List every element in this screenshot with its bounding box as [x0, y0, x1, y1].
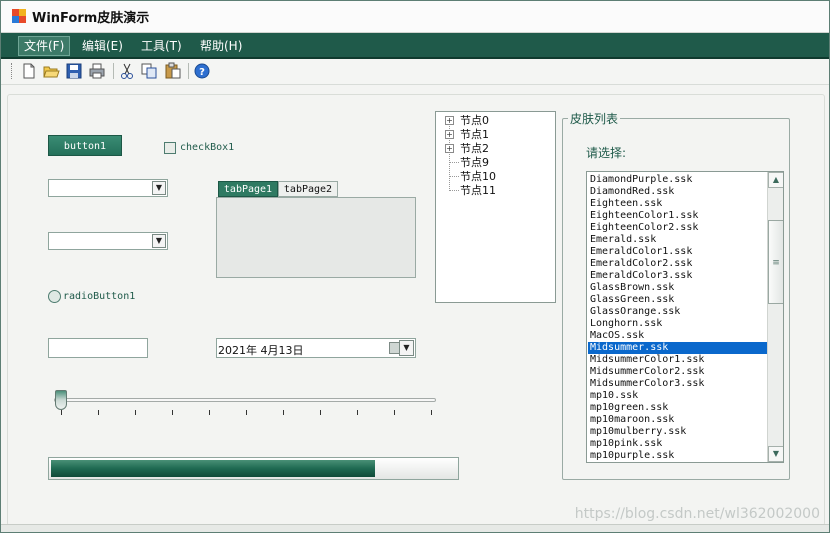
tree-node[interactable]: 节点10 — [460, 170, 496, 184]
scroll-thumb[interactable]: ≡ — [768, 220, 783, 304]
title-bar: WinForm皮肤演示 — [1, 1, 829, 33]
toolbar-separator — [188, 63, 189, 79]
date-value: 2021年 4月13日 — [218, 344, 304, 357]
progress-bar — [48, 457, 459, 480]
skin-list-item[interactable]: EighteenColor1.ssk — [588, 210, 767, 222]
skin-list-item[interactable]: MacOS.ssk — [588, 330, 767, 342]
trackbar-tick — [172, 410, 173, 415]
app-window: WinForm皮肤演示 文件(F) 编辑(E) 工具(T) 帮助(H) ? bu… — [0, 0, 830, 533]
copy-icon[interactable] — [140, 62, 158, 80]
chevron-down-icon[interactable]: ▼ — [399, 340, 414, 356]
skin-list-item[interactable]: mp10.ssk — [588, 390, 767, 402]
skin-list-item[interactable]: MidsummerColor2.ssk — [588, 366, 767, 378]
date-picker[interactable]: 2021年 4月13日 ▼ — [216, 338, 416, 358]
tree-node[interactable]: 节点0 — [460, 114, 489, 128]
trackbar-thumb[interactable] — [55, 390, 67, 410]
svg-text:?: ? — [199, 67, 205, 78]
paste-icon[interactable] — [164, 62, 182, 80]
trackbar-tick — [283, 410, 284, 415]
toolbar-separator — [113, 63, 114, 79]
skin-list-item[interactable]: mp10green.ssk — [588, 402, 767, 414]
skin-list-item[interactable]: mp10purple.ssk — [588, 450, 767, 462]
scroll-up-icon[interactable]: ▲ — [768, 172, 783, 188]
button1[interactable]: button1 — [48, 135, 122, 156]
trackbar-tick — [98, 410, 99, 415]
menu-tools[interactable]: 工具(T) — [136, 37, 187, 55]
skin-prompt-label: 请选择: — [586, 146, 627, 160]
new-icon[interactable] — [20, 62, 38, 80]
trackbar-tick — [209, 410, 210, 415]
trackbar-tick — [431, 410, 432, 415]
skin-group-title: 皮肤列表 — [568, 110, 621, 127]
chevron-down-icon[interactable]: ▼ — [152, 181, 166, 195]
scroll-down-icon[interactable]: ▼ — [768, 446, 783, 462]
vertical-scrollbar[interactable]: ▲ ≡ ▼ — [767, 172, 783, 462]
tab-page2[interactable]: tabPage2 — [278, 181, 338, 197]
trackbar-tick — [320, 410, 321, 415]
skin-list-item[interactable]: EmeraldColor1.ssk — [588, 246, 767, 258]
skin-list-item[interactable]: Emerald.ssk — [588, 234, 767, 246]
print-icon[interactable] — [88, 62, 106, 80]
skin-list-item[interactable]: DiamondRed.ssk — [588, 186, 767, 198]
skin-list-item[interactable]: GlassGreen.ssk — [588, 294, 767, 306]
tree-view[interactable]: + + + 节点0 节点1 节点2 节点9 节点10 节点11 — [435, 111, 556, 303]
tree-node[interactable]: 节点2 — [460, 142, 489, 156]
tree-line — [450, 162, 459, 163]
skin-list-item[interactable]: GlassOrange.ssk — [588, 306, 767, 318]
toolbar: ? — [1, 59, 829, 85]
save-icon[interactable] — [65, 62, 83, 80]
status-bar — [1, 524, 829, 532]
combobox2[interactable]: ▼ — [48, 232, 168, 250]
trackbar-tick — [357, 410, 358, 415]
tree-node[interactable]: 节点9 — [460, 156, 489, 170]
menu-file[interactable]: 文件(F) — [18, 36, 71, 56]
tree-node[interactable]: 节点11 — [460, 184, 496, 198]
trackbar-tick — [135, 410, 136, 415]
menu-edit[interactable]: 编辑(E) — [77, 37, 128, 55]
skin-list-item[interactable]: Midsummer.ssk — [588, 342, 767, 354]
skin-list-item[interactable]: MidsummerColor1.ssk — [588, 354, 767, 366]
trackbar-tick — [246, 410, 247, 415]
skin-list-item[interactable]: EmeraldColor2.ssk — [588, 258, 767, 270]
skin-list-item[interactable]: GlassBrown.ssk — [588, 282, 767, 294]
plus-icon[interactable]: + — [445, 130, 454, 139]
skin-list-item[interactable]: Eighteen.ssk — [588, 198, 767, 210]
skin-list-item[interactable]: Longhorn.ssk — [588, 318, 767, 330]
trackbar-tick — [61, 410, 62, 415]
skin-list-item[interactable]: mp10maroon.ssk — [588, 414, 767, 426]
open-icon[interactable] — [42, 62, 60, 80]
skin-list-item[interactable]: MidsummerColor3.ssk — [588, 378, 767, 390]
combobox1[interactable]: ▼ — [48, 179, 168, 197]
progress-fill — [51, 460, 375, 477]
textbox1[interactable] — [48, 338, 148, 358]
checkbox1[interactable] — [164, 142, 176, 154]
tree-line — [450, 190, 459, 191]
help-icon[interactable]: ? — [193, 62, 211, 80]
checkbox1-label[interactable]: checkBox1 — [180, 142, 234, 153]
chevron-down-icon[interactable]: ▼ — [152, 234, 166, 248]
skin-list-item[interactable]: EmeraldColor3.ssk — [588, 270, 767, 282]
window-title: WinForm皮肤演示 — [32, 11, 150, 26]
radiobutton1-label[interactable]: radioButton1 — [63, 291, 135, 302]
radiobutton1[interactable] — [48, 290, 61, 303]
cut-icon[interactable] — [118, 62, 136, 80]
trackbar-track[interactable] — [54, 398, 436, 402]
skin-list-item[interactable]: EighteenColor2.ssk — [588, 222, 767, 234]
tab-panel — [216, 197, 416, 278]
tree-node[interactable]: 节点1 — [460, 128, 489, 142]
skin-list-item[interactable]: mp10mulberry.ssk — [588, 426, 767, 438]
tree-line — [450, 176, 459, 177]
menu-help[interactable]: 帮助(H) — [195, 37, 247, 55]
trackbar-tick — [394, 410, 395, 415]
plus-icon[interactable]: + — [445, 116, 454, 125]
skin-list-item[interactable]: mp10pink.ssk — [588, 438, 767, 450]
toolbar-grip[interactable] — [11, 63, 14, 79]
menu-bar: 文件(F) 编辑(E) 工具(T) 帮助(H) — [1, 33, 829, 59]
tab-page1[interactable]: tabPage1 — [218, 181, 278, 197]
app-icon — [12, 9, 26, 23]
skin-list-item[interactable]: DiamondPurple.ssk — [588, 174, 767, 186]
watermark: https://blog.csdn.net/wl362002000 — [574, 506, 820, 522]
skin-listbox[interactable]: DiamondPurple.ssk DiamondRed.ssk Eighteen.… — [586, 171, 784, 463]
plus-icon[interactable]: + — [445, 144, 454, 153]
